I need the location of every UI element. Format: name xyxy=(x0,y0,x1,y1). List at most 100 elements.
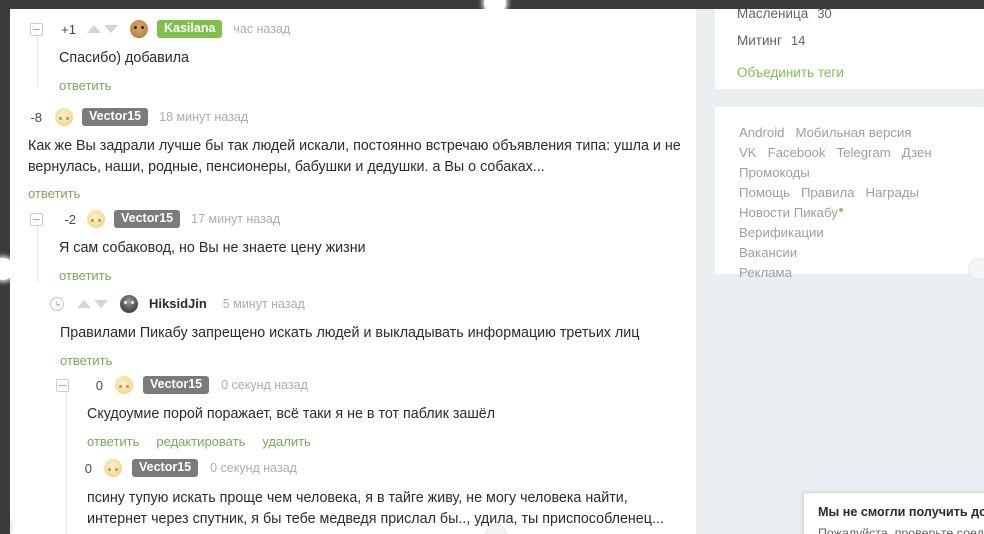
edit-link[interactable]: редактировать xyxy=(156,434,245,449)
delete-link[interactable]: удалить xyxy=(262,434,310,449)
footer-link-dzen[interactable]: Дзен xyxy=(902,145,932,160)
footer-link-jobs[interactable]: Вакансии xyxy=(739,245,797,260)
footer-link-row: Промокоды xyxy=(739,163,984,183)
comment-text: Скудоумие порой поражает, всё таки я не … xyxy=(87,406,496,422)
comment-text: Правилами Пикабу запрещено искать людей … xyxy=(60,325,640,341)
footer-link-verifications[interactable]: Верификации xyxy=(739,225,824,240)
comment-actions: ответить xyxy=(28,186,688,201)
comments-column: ответить +1 Kasilana час назад Спасибо) … xyxy=(10,0,696,534)
comment-header: +1 Kasilana час назад xyxy=(30,19,670,39)
footer-link-rules[interactable]: Правила xyxy=(801,185,855,200)
collapse-toggle[interactable] xyxy=(56,378,69,392)
vote-arrows[interactable] xyxy=(87,25,118,33)
comment-text: Спасибо) добавила xyxy=(59,50,190,66)
comment-header: -8 Vector15 18 минут назад xyxy=(18,107,688,127)
comment-time: 17 минут назад xyxy=(191,212,281,226)
footer-link-android[interactable]: Android xyxy=(739,125,784,140)
comment-text-line: псину тупую искать проще чем человека, я… xyxy=(87,490,628,506)
footer-link-telegram[interactable]: Telegram xyxy=(837,145,891,160)
comment-text-line: интернет через спутник, я бы тебе медвед… xyxy=(87,511,664,527)
footer-link-mobile[interactable]: Мобильная версия xyxy=(795,125,911,140)
collapse-toggle[interactable] xyxy=(30,212,43,226)
comment-time: час назад xyxy=(233,22,291,36)
comment-score: -2 xyxy=(64,211,76,227)
comment-item: HiksidJin 5 минут назад Правилами Пикабу… xyxy=(50,294,690,368)
username-badge[interactable]: Vector15 xyxy=(143,376,210,394)
comment-score: -8 xyxy=(30,109,42,125)
reply-link[interactable]: ответить xyxy=(60,353,112,368)
footer-link-row: Android Мобильная версия xyxy=(739,123,984,143)
downvote-icon[interactable] xyxy=(94,300,108,308)
username-badge[interactable]: Vector15 xyxy=(114,210,181,228)
toast-title: Мы не смогли получить доступ xyxy=(818,505,984,519)
upvote-icon[interactable] xyxy=(87,25,101,33)
footer-link-help[interactable]: Помощь xyxy=(739,185,790,200)
footer-link-vk[interactable]: VK xyxy=(739,145,757,160)
comment-score: 0 xyxy=(95,377,103,393)
comment-item: 0 Vector15 0 секунд назад Скудоумие поро… xyxy=(56,375,676,449)
tag-name[interactable]: Митинг xyxy=(737,33,782,48)
clock-icon xyxy=(50,297,64,311)
comment-item: +1 Kasilana час назад Спасибо) добавила … xyxy=(30,19,670,93)
reply-link[interactable]: ответить xyxy=(59,78,111,93)
avatar[interactable] xyxy=(87,210,105,228)
footer-link-row: Новости Пикабу xyxy=(739,203,984,223)
avatar[interactable] xyxy=(120,295,138,313)
comment-header: HiksidJin 5 минут назад xyxy=(50,294,690,314)
comment-actions: ответить xyxy=(59,268,670,283)
reply-link[interactable]: ответить xyxy=(28,186,80,201)
comment-time: 0 секунд назад xyxy=(210,461,297,475)
footer-link-ads[interactable]: Реклама xyxy=(739,265,792,280)
collapse-toggle[interactable] xyxy=(30,22,43,36)
footer-links-panel: Android Мобильная версия VK Facebook Telegr… xyxy=(715,107,984,280)
comment-time: 18 минут назад xyxy=(159,110,249,124)
comment-text-line: Как же Вы задрали лучше бы так людей иск… xyxy=(28,138,681,154)
avatar[interactable] xyxy=(104,459,122,477)
upvote-icon[interactable] xyxy=(77,300,91,308)
username-badge[interactable]: Vector15 xyxy=(132,459,199,477)
comment-text: Я сам собаковод, но Вы не знаете цену жи… xyxy=(59,240,366,256)
tag-row[interactable]: Масленица 30 xyxy=(737,6,984,33)
username-badge[interactable]: HiksidJin xyxy=(147,295,214,313)
footer-link-awards[interactable]: Награды xyxy=(866,185,920,200)
comment-actions: ответить xyxy=(60,353,690,368)
comment-actions: ответить xyxy=(59,78,670,93)
footer-link-row: Вакансии xyxy=(739,243,984,263)
new-indicator-dot xyxy=(838,207,843,212)
page-root: ответить +1 Kasilana час назад Спасибо) … xyxy=(0,0,984,534)
comment-item: -2 Vector15 17 минут назад Я сам собаков… xyxy=(30,209,670,283)
footer-link-row: Реклама xyxy=(739,263,984,283)
comment-time: 0 секунд назад xyxy=(221,378,308,392)
reply-link[interactable]: ответить xyxy=(87,434,139,449)
comment-item: -8 Vector15 18 минут назад Как же Вы зад… xyxy=(18,107,688,201)
footer-link-news[interactable]: Новости Пикабу xyxy=(739,205,838,220)
comment-time: 5 минут назад xyxy=(222,297,305,311)
tag-count: 14 xyxy=(790,33,806,48)
avatar[interactable] xyxy=(115,376,133,394)
comment-actions: ответить редактировать удалить xyxy=(87,434,676,449)
comment-header: -2 Vector15 17 минут назад xyxy=(30,209,670,229)
comment-header: 0 Vector15 0 секунд назад xyxy=(76,458,696,478)
reply-link[interactable]: ответить xyxy=(59,268,111,283)
avatar[interactable] xyxy=(130,20,148,38)
footer-link-row: VK Facebook Telegram Дзен xyxy=(739,143,984,163)
footer-link-facebook[interactable]: Facebook xyxy=(768,145,826,160)
username-badge[interactable]: Kasilana xyxy=(157,20,223,38)
merge-tags-link[interactable]: Объединить теги xyxy=(737,65,844,80)
username-badge[interactable]: Vector15 xyxy=(82,108,149,126)
right-sidebar: Масленица 30 Митинг 14 Объединить теги A… xyxy=(702,0,984,534)
avatar[interactable] xyxy=(55,108,73,126)
comment-item: 0 Vector15 0 секунд назад псину тупую ис… xyxy=(76,458,696,530)
comment-score: 0 xyxy=(84,460,92,476)
tags-panel: Масленица 30 Митинг 14 Объединить теги xyxy=(715,0,984,89)
vote-arrows[interactable] xyxy=(77,300,108,308)
toast-body: Пожалуйста, проверьте соединение xyxy=(818,526,984,534)
footer-link-row: Помощь Правила Награды xyxy=(739,183,984,203)
footer-link-promocodes[interactable]: Промокоды xyxy=(739,165,810,180)
error-toast: Мы не смогли получить доступ Пожалуйста,… xyxy=(803,492,984,534)
scroll-blob-right xyxy=(968,258,984,280)
footer-link-row: Верификации xyxy=(739,223,984,243)
tag-row[interactable]: Митинг 14 xyxy=(737,33,984,60)
downvote-icon[interactable] xyxy=(104,25,118,33)
comment-text-line: вернулась, наши, родные, пенсионеры, баб… xyxy=(28,159,545,175)
